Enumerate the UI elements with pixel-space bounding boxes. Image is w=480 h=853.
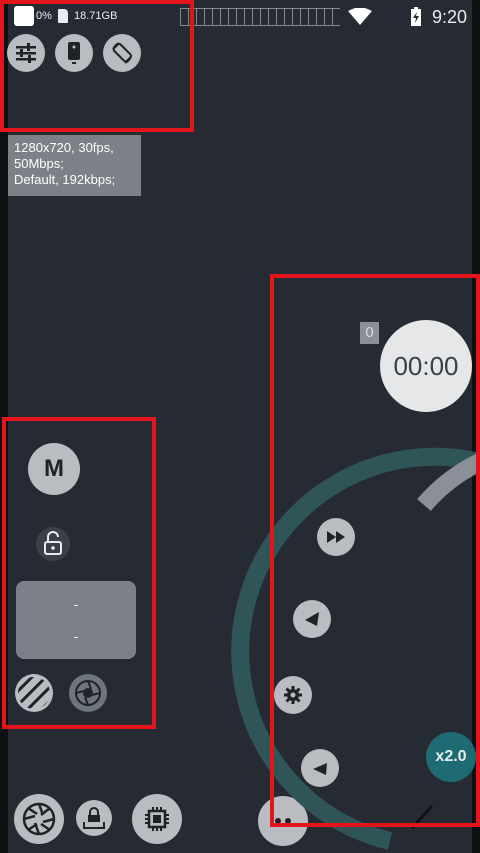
highlight-box-left-controls [2, 417, 156, 729]
highlight-box-top-left [0, 0, 194, 132]
highlight-box-right-controls [270, 274, 480, 827]
